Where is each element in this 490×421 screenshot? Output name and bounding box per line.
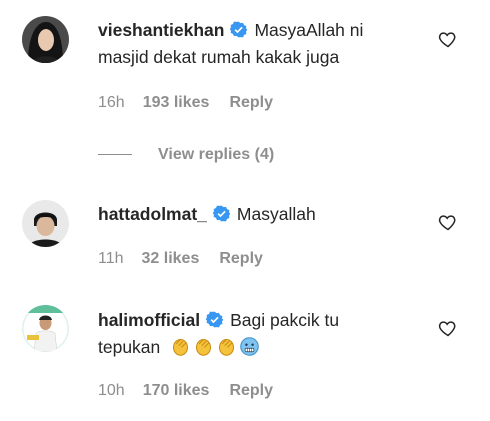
verified-badge-icon xyxy=(206,311,224,328)
reply-button[interactable]: Reply xyxy=(219,250,263,267)
reply-button[interactable]: Reply xyxy=(229,94,273,111)
heart-icon[interactable] xyxy=(438,318,458,338)
comment-meta: 16h 193 likes Reply xyxy=(98,94,273,112)
timestamp: 10h xyxy=(98,382,125,399)
timestamp: 16h xyxy=(98,94,125,111)
clapping-hands-icon xyxy=(196,338,212,356)
heart-icon[interactable] xyxy=(438,212,458,232)
avatar[interactable] xyxy=(22,16,69,63)
clapping-hands-icon xyxy=(219,338,235,356)
avatar[interactable] xyxy=(22,305,69,352)
username[interactable]: halimofficial xyxy=(98,310,200,330)
timestamp: 11h xyxy=(98,250,124,267)
username[interactable]: vieshantiekhan xyxy=(98,20,224,40)
view-replies-button[interactable]: View replies (4) xyxy=(98,146,274,164)
comment-body: MasyaAllah ni xyxy=(254,20,364,40)
heart-icon[interactable] xyxy=(438,29,458,49)
likes-count[interactable]: 170 likes xyxy=(143,382,210,399)
avatar[interactable] xyxy=(22,200,69,247)
comment-meta: 11h 32 likes Reply xyxy=(98,250,263,268)
clapping-hands-icon xyxy=(173,338,189,356)
comment-text: hattadolmat_ Masyallah xyxy=(98,201,418,228)
divider-line xyxy=(98,154,132,156)
comment-text: halimofficial Bagi pakcik tu tepukan xyxy=(98,307,418,361)
cold-face-icon xyxy=(240,337,259,356)
comment-body: masjid dekat rumah kakak juga xyxy=(98,47,340,67)
comment-text: vieshantiekhan MasyaAllah ni masjid dekat… xyxy=(98,17,418,71)
comment-body: Masyallah xyxy=(236,204,316,224)
view-replies-label: View replies (4) xyxy=(158,146,275,163)
likes-count[interactable]: 32 likes xyxy=(142,250,200,267)
verified-badge-icon xyxy=(212,205,230,222)
likes-count[interactable]: 193 likes xyxy=(143,94,210,111)
reply-button[interactable]: Reply xyxy=(229,382,273,399)
comment-body: tepukan xyxy=(98,337,161,357)
username[interactable]: hattadolmat_ xyxy=(98,204,207,224)
comment-meta: 10h 170 likes Reply xyxy=(98,382,273,400)
verified-badge-icon xyxy=(230,21,248,38)
comment-body: Bagi pakcik tu xyxy=(230,310,340,330)
